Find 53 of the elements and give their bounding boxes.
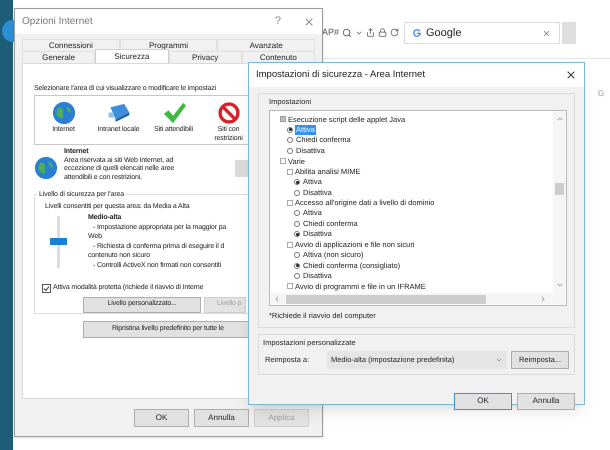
scroll-right-icon[interactable] xyxy=(539,295,547,304)
radio-button[interactable] xyxy=(294,210,300,216)
scrollbar-thumb[interactable] xyxy=(286,294,486,304)
tab[interactable]: Sicurezza xyxy=(95,49,168,63)
address-text[interactable]: AP# xyxy=(322,26,340,40)
tab[interactable]: Programmi xyxy=(120,39,218,51)
radio-button[interactable] xyxy=(294,252,300,258)
dialog-button[interactable]: OK xyxy=(454,392,512,410)
radio-button[interactable] xyxy=(287,148,293,154)
globe-icon xyxy=(34,156,58,180)
folder-icon xyxy=(287,242,293,248)
radio-button[interactable] xyxy=(287,137,293,144)
refresh-icon[interactable] xyxy=(390,28,400,38)
folder-icon xyxy=(287,200,293,206)
checkmark-icon xyxy=(162,102,186,124)
network-icon xyxy=(106,102,130,123)
radio-button[interactable] xyxy=(294,179,300,186)
radio-button[interactable] xyxy=(294,190,300,196)
tab-title: Google xyxy=(426,26,462,41)
globe-icon xyxy=(52,100,76,124)
check-icon xyxy=(43,284,50,292)
search-icon[interactable] xyxy=(342,28,352,38)
window-title: Opzioni Internet xyxy=(22,15,93,29)
radio-button[interactable] xyxy=(294,220,300,227)
dialog-button[interactable]: OK xyxy=(134,409,189,427)
dialog-button[interactable]: Annulla xyxy=(194,409,249,427)
lock-icon xyxy=(378,28,388,38)
help-button[interactable]: ? xyxy=(274,13,281,30)
tab[interactable]: Avanzate xyxy=(217,39,316,51)
settings-icon xyxy=(280,116,286,122)
vertical-scrollbar[interactable] xyxy=(553,111,566,294)
folder-icon xyxy=(287,283,293,290)
radio-button[interactable] xyxy=(287,126,293,133)
forbidden-icon xyxy=(218,102,240,124)
radio-button[interactable] xyxy=(294,231,300,238)
tab[interactable]: Generale xyxy=(22,51,96,63)
scrollbar-thumb[interactable] xyxy=(555,183,564,196)
horizontal-scrollbar[interactable] xyxy=(270,293,566,306)
tab[interactable]: Contenuto xyxy=(242,51,315,63)
window-title: Impostazioni di sicurezza - Area Internet xyxy=(256,68,425,82)
tab[interactable]: Connessioni xyxy=(22,39,120,51)
share-icon[interactable] xyxy=(366,28,376,38)
slider-thumb[interactable] xyxy=(50,238,67,245)
side-letter: G xyxy=(598,88,604,100)
radio-button[interactable] xyxy=(294,273,300,280)
tab[interactable]: Privacy xyxy=(168,51,242,63)
checkbox[interactable] xyxy=(42,284,51,293)
google-logo-icon xyxy=(413,29,421,37)
radio-button[interactable] xyxy=(294,262,300,269)
browser-tab[interactable]: Google xyxy=(404,22,560,44)
dialog-button[interactable]: Annulla xyxy=(517,392,575,410)
scroll-left-icon[interactable] xyxy=(273,295,281,304)
close-icon[interactable] xyxy=(565,69,577,81)
